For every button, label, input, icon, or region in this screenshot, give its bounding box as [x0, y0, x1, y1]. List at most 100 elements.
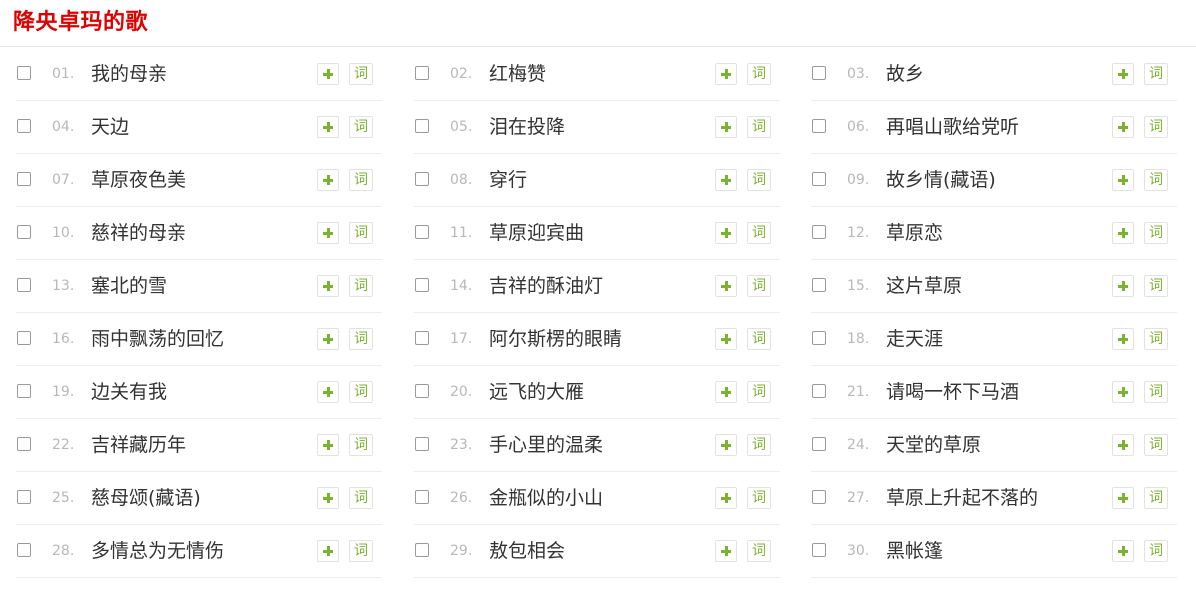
lyrics-button[interactable]: 词 — [1144, 116, 1168, 138]
add-to-playlist-button[interactable] — [715, 434, 737, 456]
song-checkbox[interactable] — [812, 331, 826, 345]
song-title-link[interactable]: 故乡 — [886, 60, 1106, 88]
song-checkbox[interactable] — [415, 225, 429, 239]
lyrics-button[interactable]: 词 — [349, 328, 373, 350]
lyrics-button[interactable]: 词 — [349, 275, 373, 297]
song-title-link[interactable]: 多情总为无情伤 — [91, 537, 311, 565]
add-to-playlist-button[interactable] — [317, 381, 339, 403]
song-checkbox[interactable] — [415, 490, 429, 504]
add-to-playlist-button[interactable] — [1112, 63, 1134, 85]
song-title-link[interactable]: 草原上升起不落的 — [886, 484, 1106, 512]
add-to-playlist-button[interactable] — [317, 487, 339, 509]
add-to-playlist-button[interactable] — [715, 116, 737, 138]
song-checkbox[interactable] — [812, 66, 826, 80]
lyrics-button[interactable]: 词 — [1144, 540, 1168, 562]
lyrics-button[interactable]: 词 — [747, 116, 771, 138]
song-checkbox[interactable] — [17, 278, 31, 292]
song-title-link[interactable]: 再唱山歌给党听 — [886, 113, 1106, 141]
add-to-playlist-button[interactable] — [317, 275, 339, 297]
song-checkbox[interactable] — [812, 172, 826, 186]
add-to-playlist-button[interactable] — [715, 222, 737, 244]
song-title-link[interactable]: 阿尔斯楞的眼睛 — [489, 325, 709, 353]
lyrics-button[interactable]: 词 — [1144, 487, 1168, 509]
lyrics-button[interactable]: 词 — [747, 487, 771, 509]
song-title-link[interactable]: 边关有我 — [91, 378, 311, 406]
lyrics-button[interactable]: 词 — [1144, 222, 1168, 244]
song-checkbox[interactable] — [415, 331, 429, 345]
lyrics-button[interactable]: 词 — [349, 540, 373, 562]
add-to-playlist-button[interactable] — [715, 540, 737, 562]
add-to-playlist-button[interactable] — [317, 222, 339, 244]
add-to-playlist-button[interactable] — [1112, 487, 1134, 509]
song-title-link[interactable]: 吉祥藏历年 — [91, 431, 311, 459]
lyrics-button[interactable]: 词 — [349, 63, 373, 85]
song-title-link[interactable]: 慈祥的母亲 — [91, 219, 311, 247]
lyrics-button[interactable]: 词 — [747, 540, 771, 562]
lyrics-button[interactable]: 词 — [747, 169, 771, 191]
song-title-link[interactable]: 穿行 — [489, 166, 709, 194]
add-to-playlist-button[interactable] — [1112, 169, 1134, 191]
song-checkbox[interactable] — [812, 384, 826, 398]
song-checkbox[interactable] — [17, 331, 31, 345]
add-to-playlist-button[interactable] — [317, 540, 339, 562]
song-checkbox[interactable] — [415, 66, 429, 80]
lyrics-button[interactable]: 词 — [747, 63, 771, 85]
lyrics-button[interactable]: 词 — [1144, 328, 1168, 350]
song-checkbox[interactable] — [812, 278, 826, 292]
add-to-playlist-button[interactable] — [1112, 328, 1134, 350]
song-checkbox[interactable] — [812, 437, 826, 451]
song-title-link[interactable]: 这片草原 — [886, 272, 1106, 300]
add-to-playlist-button[interactable] — [715, 381, 737, 403]
lyrics-button[interactable]: 词 — [1144, 169, 1168, 191]
song-checkbox[interactable] — [17, 490, 31, 504]
song-checkbox[interactable] — [17, 437, 31, 451]
song-title-link[interactable]: 天堂的草原 — [886, 431, 1106, 459]
lyrics-button[interactable]: 词 — [1144, 275, 1168, 297]
add-to-playlist-button[interactable] — [715, 275, 737, 297]
add-to-playlist-button[interactable] — [715, 169, 737, 191]
song-checkbox[interactable] — [812, 543, 826, 557]
lyrics-button[interactable]: 词 — [747, 328, 771, 350]
add-to-playlist-button[interactable] — [715, 328, 737, 350]
lyrics-button[interactable]: 词 — [349, 116, 373, 138]
song-title-link[interactable]: 慈母颂(藏语) — [91, 484, 311, 512]
add-to-playlist-button[interactable] — [317, 63, 339, 85]
song-checkbox[interactable] — [812, 490, 826, 504]
song-checkbox[interactable] — [415, 278, 429, 292]
song-title-link[interactable]: 敖包相会 — [489, 537, 709, 565]
add-to-playlist-button[interactable] — [1112, 275, 1134, 297]
song-checkbox[interactable] — [812, 225, 826, 239]
add-to-playlist-button[interactable] — [317, 434, 339, 456]
song-title-link[interactable]: 草原夜色美 — [91, 166, 311, 194]
song-title-link[interactable]: 草原恋 — [886, 219, 1106, 247]
add-to-playlist-button[interactable] — [715, 487, 737, 509]
add-to-playlist-button[interactable] — [1112, 381, 1134, 403]
song-checkbox[interactable] — [17, 66, 31, 80]
song-title-link[interactable]: 故乡情(藏语) — [886, 166, 1106, 194]
song-checkbox[interactable] — [415, 543, 429, 557]
song-checkbox[interactable] — [17, 225, 31, 239]
lyrics-button[interactable]: 词 — [349, 381, 373, 403]
add-to-playlist-button[interactable] — [317, 328, 339, 350]
song-title-link[interactable]: 草原迎宾曲 — [489, 219, 709, 247]
add-to-playlist-button[interactable] — [1112, 434, 1134, 456]
song-checkbox[interactable] — [17, 119, 31, 133]
lyrics-button[interactable]: 词 — [747, 222, 771, 244]
add-to-playlist-button[interactable] — [317, 116, 339, 138]
song-title-link[interactable]: 远飞的大雁 — [489, 378, 709, 406]
lyrics-button[interactable]: 词 — [1144, 381, 1168, 403]
song-checkbox[interactable] — [17, 384, 31, 398]
song-title-link[interactable]: 金瓶似的小山 — [489, 484, 709, 512]
song-checkbox[interactable] — [415, 119, 429, 133]
add-to-playlist-button[interactable] — [1112, 116, 1134, 138]
song-title-link[interactable]: 黑帐篷 — [886, 537, 1106, 565]
lyrics-button[interactable]: 词 — [747, 434, 771, 456]
add-to-playlist-button[interactable] — [715, 63, 737, 85]
song-title-link[interactable]: 请喝一杯下马酒 — [886, 378, 1106, 406]
song-checkbox[interactable] — [415, 437, 429, 451]
song-checkbox[interactable] — [17, 172, 31, 186]
song-checkbox[interactable] — [17, 543, 31, 557]
lyrics-button[interactable]: 词 — [349, 222, 373, 244]
lyrics-button[interactable]: 词 — [1144, 434, 1168, 456]
song-title-link[interactable]: 雨中飘荡的回忆 — [91, 325, 311, 353]
